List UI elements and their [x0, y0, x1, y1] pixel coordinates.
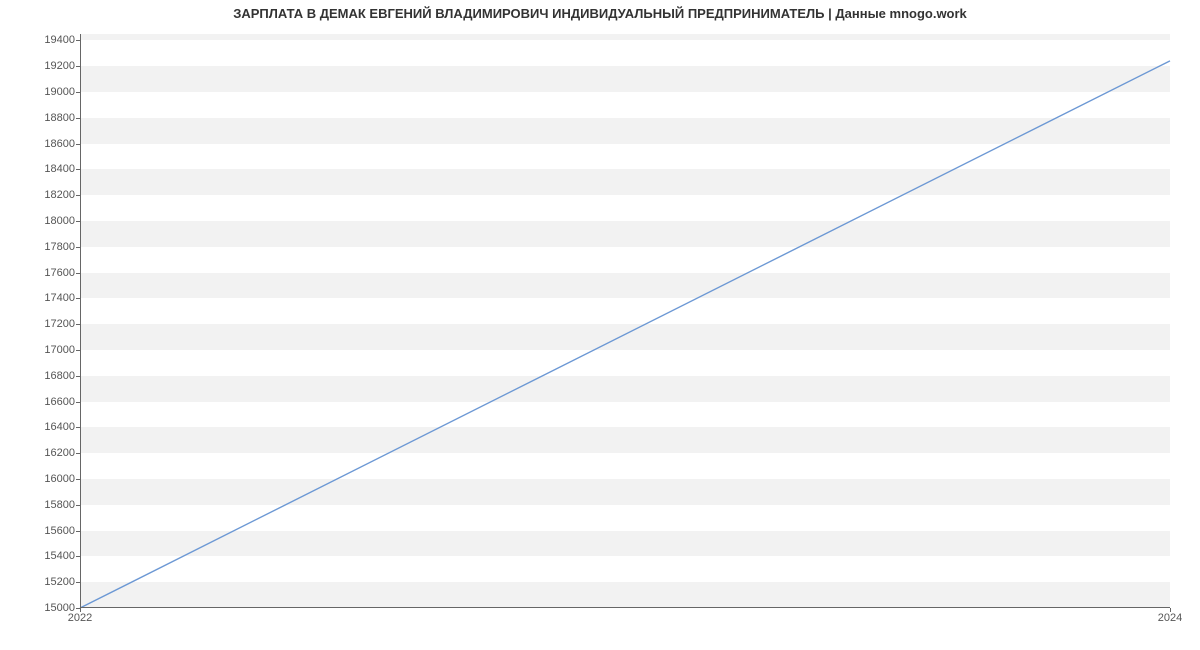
y-tick-mark	[76, 582, 80, 583]
y-tick-mark	[76, 195, 80, 196]
y-tick-label: 18600	[25, 138, 75, 150]
y-tick-mark	[76, 324, 80, 325]
y-tick-mark	[76, 273, 80, 274]
x-tick-mark	[80, 608, 81, 612]
y-tick-mark	[76, 350, 80, 351]
x-tick-mark	[1170, 608, 1171, 612]
y-tick-label: 15400	[25, 550, 75, 562]
y-tick-mark	[76, 479, 80, 480]
y-axis	[80, 34, 81, 608]
y-tick-mark	[76, 118, 80, 119]
y-tick-label: 17600	[25, 267, 75, 279]
y-tick-label: 15600	[25, 525, 75, 537]
y-tick-label: 19000	[25, 86, 75, 98]
x-tick-label: 2024	[1158, 612, 1182, 624]
y-tick-mark	[76, 376, 80, 377]
x-tick-label: 2022	[68, 612, 92, 624]
line-chart: ЗАРПЛАТА В ДЕМАК ЕВГЕНИЙ ВЛАДИМИРОВИЧ ИН…	[0, 0, 1200, 650]
y-tick-label: 16000	[25, 473, 75, 485]
y-tick-label: 17400	[25, 292, 75, 304]
y-tick-mark	[76, 92, 80, 93]
y-tick-label: 16800	[25, 370, 75, 382]
plot-area	[80, 34, 1170, 608]
y-tick-mark	[76, 247, 80, 248]
y-tick-label: 15200	[25, 576, 75, 588]
y-tick-label: 18200	[25, 189, 75, 201]
y-tick-label: 18000	[25, 215, 75, 227]
y-tick-mark	[76, 221, 80, 222]
y-tick-mark	[76, 505, 80, 506]
y-tick-label: 17200	[25, 318, 75, 330]
x-axis	[80, 607, 1170, 608]
y-tick-label: 17000	[25, 344, 75, 356]
y-tick-mark	[76, 531, 80, 532]
y-tick-mark	[76, 556, 80, 557]
data-line	[80, 61, 1170, 608]
y-tick-mark	[76, 40, 80, 41]
y-tick-label: 17800	[25, 241, 75, 253]
y-tick-mark	[76, 453, 80, 454]
y-tick-mark	[76, 402, 80, 403]
y-tick-mark	[76, 144, 80, 145]
y-tick-mark	[76, 298, 80, 299]
y-tick-label: 18800	[25, 112, 75, 124]
y-tick-label: 15800	[25, 499, 75, 511]
y-tick-mark	[76, 427, 80, 428]
series-line	[80, 34, 1170, 608]
y-tick-label: 16400	[25, 421, 75, 433]
y-tick-label: 19400	[25, 34, 75, 46]
y-tick-label: 19200	[25, 60, 75, 72]
chart-title: ЗАРПЛАТА В ДЕМАК ЕВГЕНИЙ ВЛАДИМИРОВИЧ ИН…	[0, 6, 1200, 21]
y-tick-mark	[76, 66, 80, 67]
y-tick-label: 16600	[25, 396, 75, 408]
y-tick-label: 18400	[25, 163, 75, 175]
y-tick-mark	[76, 169, 80, 170]
y-tick-label: 16200	[25, 447, 75, 459]
